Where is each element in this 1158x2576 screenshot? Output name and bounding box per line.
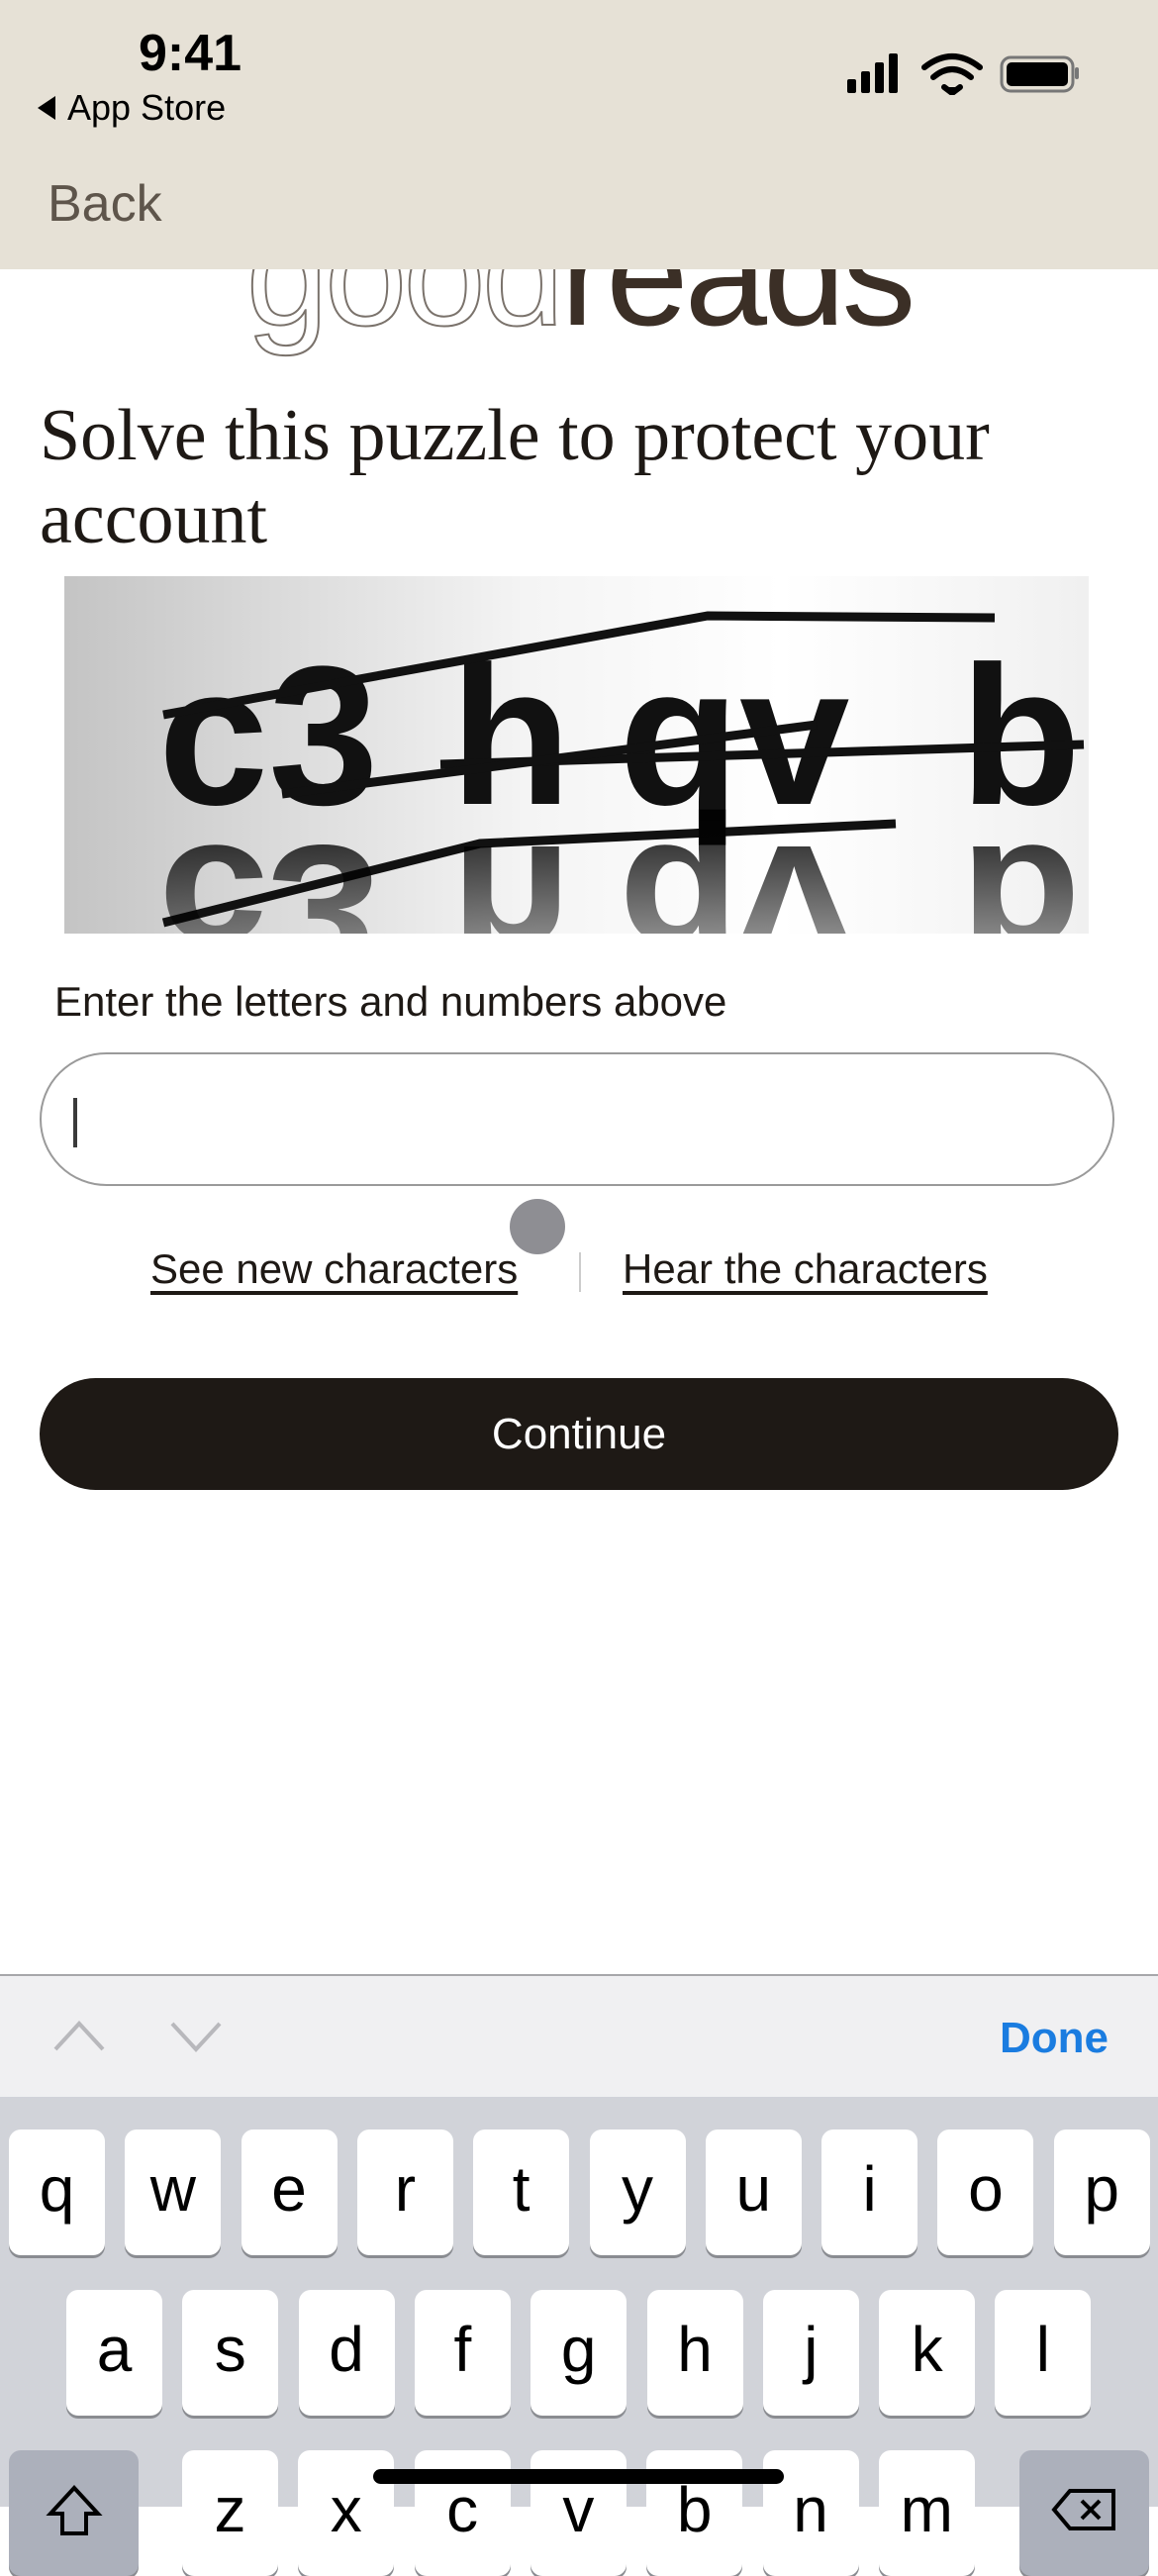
key-t[interactable]: t (473, 2130, 570, 2255)
key-w[interactable]: w (125, 2130, 222, 2255)
key-q[interactable]: q (9, 2130, 105, 2255)
key-y[interactable]: y (589, 2130, 686, 2255)
hear-characters-link[interactable]: Hear the characters (623, 1245, 988, 1293)
key-p[interactable]: p (1053, 2130, 1150, 2255)
chevron-up-icon[interactable] (53, 2021, 105, 2051)
key-z[interactable]: z (182, 2450, 278, 2576)
back-to-app-store[interactable]: App Store (38, 87, 226, 129)
svg-text:b: b (960, 808, 1081, 934)
chevron-down-icon[interactable] (170, 2022, 222, 2052)
app-store-label: App Store (67, 87, 227, 128)
links-divider (579, 1252, 581, 1292)
key-a[interactable]: a (66, 2290, 162, 2416)
status-time: 9:41 (139, 25, 242, 82)
done-button[interactable]: Done (1000, 2014, 1109, 2063)
backspace-icon (1050, 2488, 1115, 2530)
key-d[interactable]: d (298, 2290, 395, 2416)
key-h[interactable]: h (646, 2290, 743, 2416)
key-f[interactable]: f (414, 2290, 511, 2416)
see-new-characters-link[interactable]: See new characters (150, 1245, 518, 1293)
back-button[interactable]: Back (48, 174, 162, 234)
key-e[interactable]: e (241, 2130, 338, 2255)
keyboard-accessory-bar: Done (0, 1974, 1158, 2097)
key-k[interactable]: k (879, 2290, 976, 2416)
continue-button[interactable]: Continue (40, 1378, 1118, 1490)
signal-icon (847, 53, 898, 93)
captcha-image: c3 h qv b c3 h qv b (64, 576, 1089, 934)
key-o[interactable]: o (937, 2130, 1034, 2255)
key-s[interactable]: s (182, 2290, 279, 2416)
battery-icon (1000, 55, 1079, 93)
key-u[interactable]: u (705, 2130, 802, 2255)
status-icons (847, 53, 1079, 95)
svg-text:c3: c3 (158, 808, 378, 934)
back-triangle-icon (38, 96, 55, 120)
svg-text:h: h (450, 808, 571, 934)
key-m[interactable]: m (878, 2450, 975, 2576)
accessory-nav (53, 2021, 222, 2052)
svg-text:qv: qv (619, 808, 849, 934)
captcha-input[interactable] (40, 1052, 1114, 1186)
key-r[interactable]: r (356, 2130, 453, 2255)
text-caret (73, 1098, 77, 1147)
captcha-input-label: Enter the letters and numbers above (54, 978, 727, 1025)
shift-icon (45, 2484, 103, 2535)
shift-key[interactable] (9, 2450, 139, 2576)
home-indicator[interactable] (373, 2469, 784, 2484)
keyboard: qwertyuiopasdfghjklzxcvbnm (0, 2097, 1158, 2576)
header-bar: 9:41 App Store Back (0, 0, 1158, 269)
wifi-icon (921, 53, 983, 95)
key-l[interactable]: l (995, 2290, 1092, 2416)
key-g[interactable]: g (531, 2290, 627, 2416)
page-title: Solve this puzzle to protect your accoun… (40, 395, 990, 559)
key-j[interactable]: j (762, 2290, 859, 2416)
key-i[interactable]: i (821, 2130, 918, 2255)
touch-indicator (510, 1199, 565, 1254)
backspace-key[interactable] (1019, 2450, 1149, 2576)
